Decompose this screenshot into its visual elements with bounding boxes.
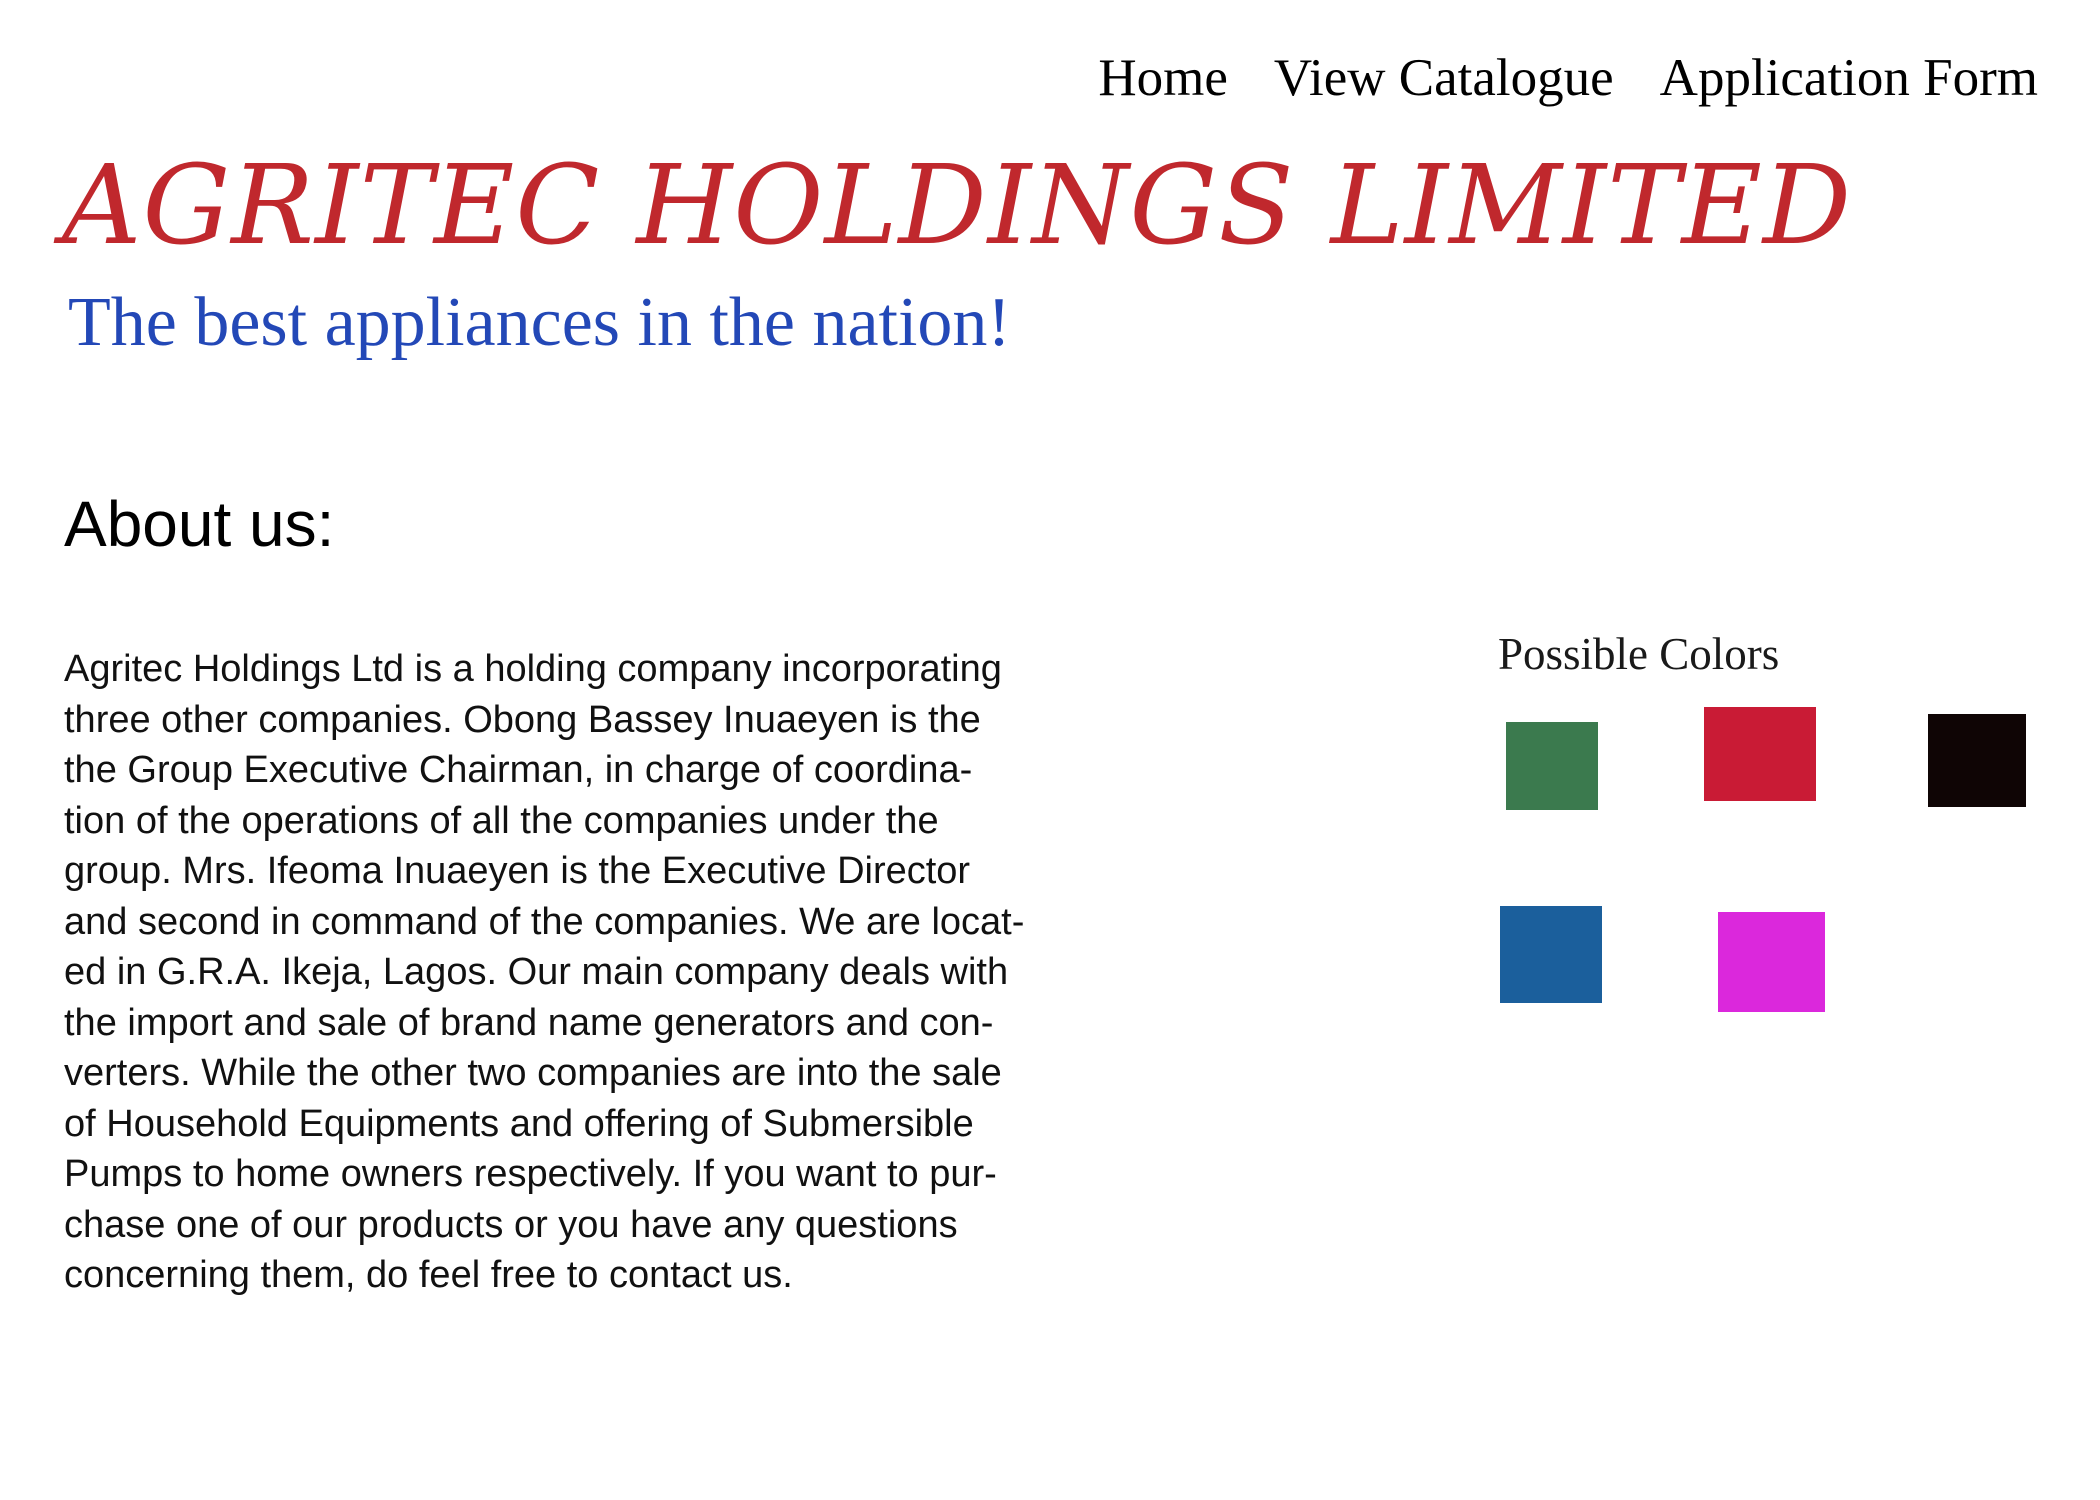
about-body-line: the Group Executive Chairman, in charge … [64, 749, 973, 791]
about-body-line: verters. While the other two companies a… [64, 1052, 1002, 1094]
about-body-line: concerning them, do feel free to contact… [64, 1254, 793, 1296]
nav-link-application-form[interactable]: Application Form [1660, 48, 2038, 108]
tagline: The best appliances in the nation! [68, 284, 1011, 361]
about-body-line: the import and sale of brand name genera… [64, 1001, 994, 1044]
about-body-line: tion of the operations of all the compan… [64, 799, 939, 842]
color-swatch-green[interactable] [1506, 722, 1598, 810]
possible-colors-title: Possible Colors [1498, 629, 1780, 679]
color-swatch-red[interactable] [1704, 707, 1816, 801]
about-body-line: and second in command of the companies. … [64, 900, 1025, 943]
color-swatch-black[interactable] [1928, 714, 2026, 807]
main-nav: Home View Catalogue Application Form [1098, 48, 2038, 108]
about-body-line: chase one of our products or you have an… [64, 1203, 958, 1246]
about-body-line: three other companies. Obong Bassey Inua… [64, 698, 981, 741]
about-body-line: Pumps to home owners respectively. If yo… [64, 1153, 997, 1195]
nav-link-home[interactable]: Home [1098, 48, 1228, 108]
nav-link-view-catalogue[interactable]: View Catalogue [1274, 48, 1614, 108]
color-swatch-magenta[interactable] [1718, 912, 1825, 1012]
about-body: Agritec Holdings Ltd is a holding compan… [64, 644, 1074, 1301]
about-body-line: group. Mrs. Ifeoma Inuaeyen is the Execu… [64, 850, 971, 892]
about-body-line: ed in G.R.A. Ikeja, Lagos. Our main comp… [64, 951, 1009, 993]
color-swatch-blue[interactable] [1500, 906, 1602, 1003]
about-body-line: of Household Equipments and offering of … [64, 1102, 974, 1145]
about-body-line: Agritec Holdings Ltd is a holding compan… [64, 648, 1002, 690]
brand-title: AGRITEC HOLDINGS LIMITED [62, 141, 1853, 269]
about-heading: About us: [64, 488, 335, 560]
